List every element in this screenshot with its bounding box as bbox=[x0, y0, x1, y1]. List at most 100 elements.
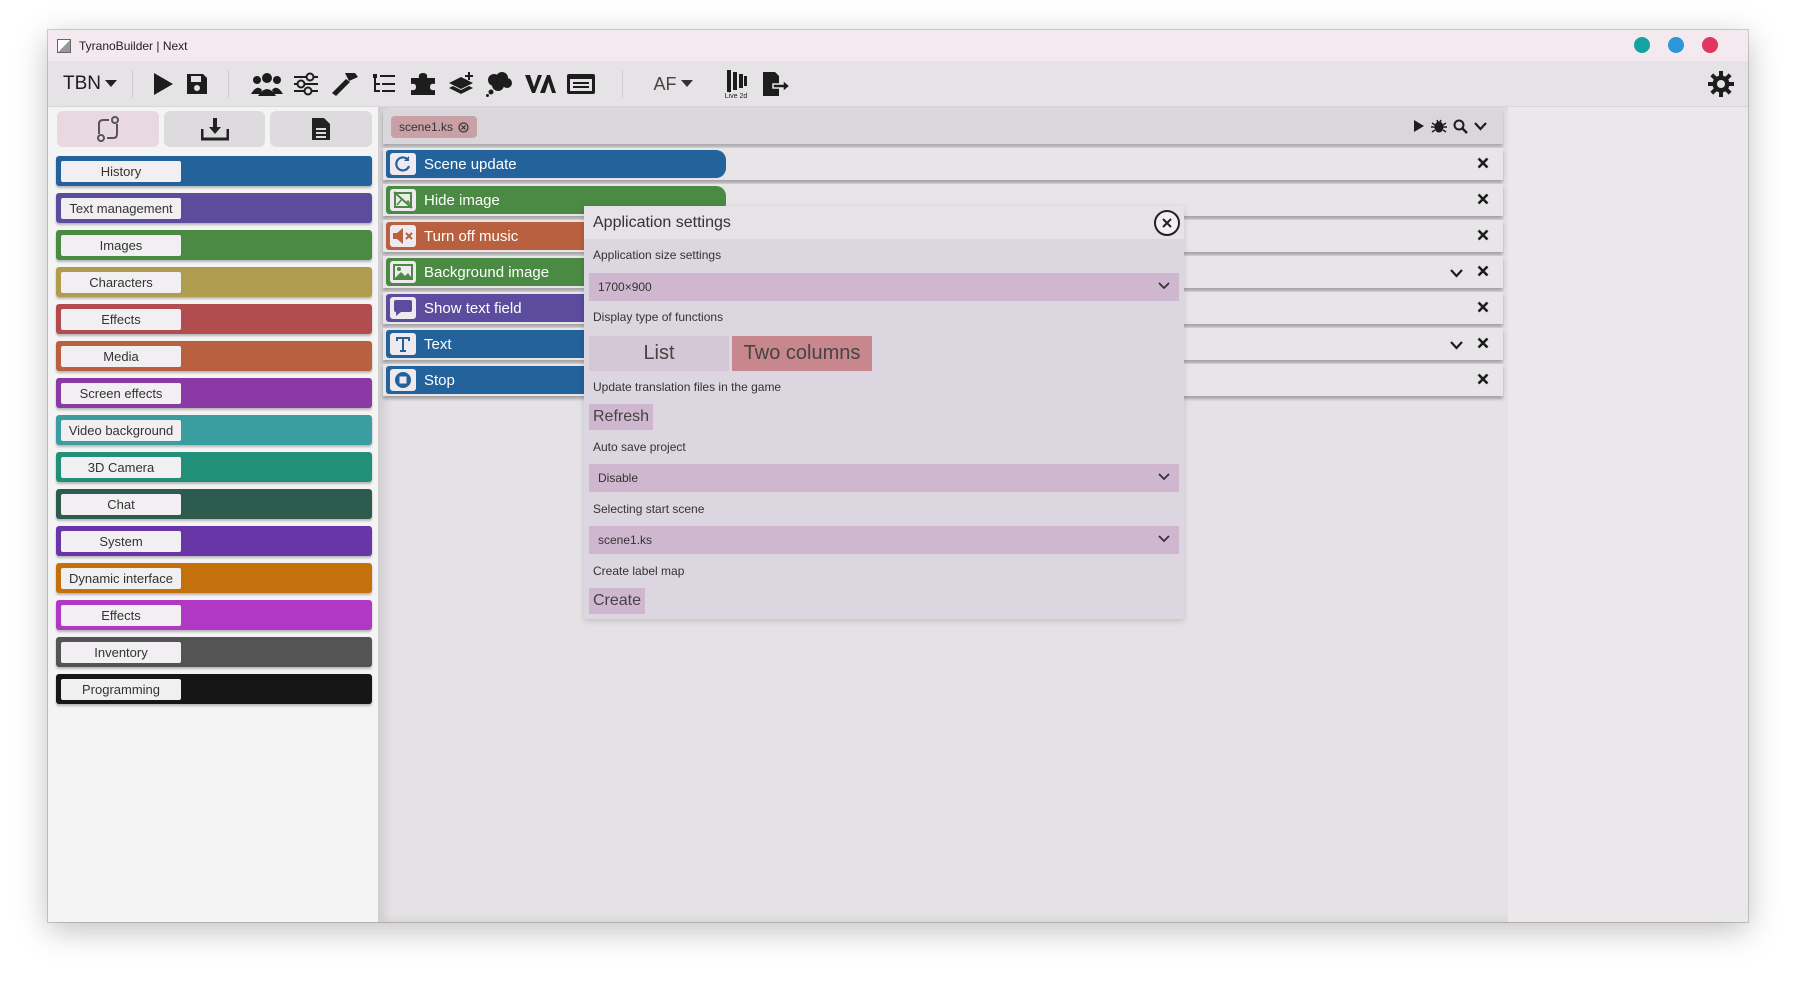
category-label: Programming bbox=[61, 679, 181, 700]
file-tab-bar: scene1.ks bbox=[383, 110, 1503, 144]
start-scene-label: Selecting start scene bbox=[593, 502, 705, 516]
toolbar-separator bbox=[132, 70, 133, 98]
text-icon bbox=[390, 333, 416, 355]
window-title: TyranoBuilder | Next bbox=[79, 38, 188, 53]
category-item[interactable]: Effects bbox=[56, 304, 372, 334]
hammer-icon[interactable] bbox=[330, 68, 360, 100]
characters-icon[interactable] bbox=[250, 68, 284, 100]
project-menu[interactable]: TBN bbox=[60, 68, 120, 100]
play-icon[interactable] bbox=[150, 68, 176, 100]
delete-block-icon[interactable] bbox=[1477, 372, 1489, 390]
hide-image-icon bbox=[390, 189, 416, 211]
label-map-label: Create label map bbox=[593, 564, 685, 578]
preview-play-icon[interactable] bbox=[1413, 119, 1425, 133]
expand-chevron-icon[interactable] bbox=[1450, 265, 1463, 283]
category-label: Video background bbox=[61, 420, 181, 441]
category-label: History bbox=[61, 161, 181, 182]
puzzle-icon[interactable] bbox=[408, 68, 438, 100]
mute-icon bbox=[390, 225, 416, 247]
delete-block-icon[interactable] bbox=[1477, 264, 1489, 282]
sliders-icon[interactable] bbox=[292, 68, 320, 100]
block-row[interactable]: Scene update bbox=[383, 148, 1503, 180]
category-item[interactable]: Programming bbox=[56, 674, 372, 704]
file-tab[interactable]: scene1.ks bbox=[391, 116, 478, 138]
tab-components[interactable] bbox=[57, 111, 159, 147]
voice-actor-icon[interactable] bbox=[524, 68, 556, 100]
export-icon[interactable] bbox=[760, 68, 792, 100]
dialog-header: Application settings bbox=[584, 206, 1184, 239]
download-tray-icon bbox=[200, 118, 229, 141]
document-icon bbox=[312, 118, 331, 140]
delete-block-icon[interactable] bbox=[1477, 156, 1489, 174]
image-icon bbox=[390, 261, 416, 283]
category-item[interactable]: Dynamic interface bbox=[56, 563, 372, 593]
speech-bubble-icon bbox=[390, 297, 416, 319]
category-item[interactable]: Chat bbox=[56, 489, 372, 519]
live2d-label: Live 2d bbox=[724, 92, 748, 100]
category-label: Text management bbox=[61, 198, 181, 219]
category-item[interactable]: Text management bbox=[56, 193, 372, 223]
chevron-down-icon[interactable] bbox=[1474, 121, 1487, 131]
minimize-button[interactable] bbox=[1634, 37, 1650, 53]
block-label: Background image bbox=[424, 263, 550, 281]
create-label-map-button[interactable]: Create bbox=[589, 588, 646, 614]
layers-plus-icon[interactable] bbox=[446, 68, 476, 100]
close-window-button[interactable] bbox=[1702, 37, 1718, 53]
save-icon[interactable] bbox=[184, 68, 210, 100]
category-label: Effects bbox=[61, 605, 181, 626]
delete-block-icon[interactable] bbox=[1477, 228, 1489, 246]
close-tab-icon[interactable] bbox=[458, 121, 469, 133]
live2d-icon bbox=[727, 69, 747, 92]
category-item[interactable]: System bbox=[56, 526, 372, 556]
category-label: Effects bbox=[61, 309, 181, 330]
toolbar-separator bbox=[622, 70, 623, 98]
af-menu[interactable]: AF bbox=[648, 68, 698, 100]
search-icon[interactable] bbox=[1453, 119, 1468, 134]
display-option-list[interactable]: List bbox=[589, 336, 729, 371]
app-size-select[interactable]: 1700×900 bbox=[589, 273, 1179, 301]
autosave-select[interactable]: Disable bbox=[589, 464, 1179, 492]
category-label: Media bbox=[61, 346, 181, 367]
caret-down-icon bbox=[680, 80, 693, 87]
category-label: Characters bbox=[61, 272, 181, 293]
category-item[interactable]: Images bbox=[56, 230, 372, 260]
window-layout-icon[interactable] bbox=[566, 68, 596, 100]
list-tree-icon[interactable] bbox=[370, 68, 398, 100]
display-option-two-columns[interactable]: Two columns bbox=[732, 336, 872, 371]
dialog-close-button[interactable] bbox=[1154, 210, 1180, 236]
file-tab-label: scene1.ks bbox=[399, 120, 454, 134]
category-item[interactable]: Screen effects bbox=[56, 378, 372, 408]
category-item[interactable]: Characters bbox=[56, 267, 372, 297]
category-label: Screen effects bbox=[61, 383, 181, 404]
debug-bug-icon[interactable] bbox=[1431, 118, 1447, 134]
category-item[interactable]: Media bbox=[56, 341, 372, 371]
scenario-block[interactable]: Scene update bbox=[386, 150, 726, 178]
delete-block-icon[interactable] bbox=[1477, 300, 1489, 318]
category-item[interactable]: Effects bbox=[56, 600, 372, 630]
category-item[interactable]: Inventory bbox=[56, 637, 372, 667]
block-label: Show text field bbox=[424, 299, 522, 317]
tab-files[interactable] bbox=[270, 111, 373, 147]
translation-label: Update translation files in the game bbox=[593, 380, 782, 394]
application-settings-dialog: Application settings Application size se… bbox=[584, 206, 1184, 619]
category-item[interactable]: History bbox=[56, 156, 372, 186]
expand-chevron-icon[interactable] bbox=[1450, 337, 1463, 355]
delete-block-icon[interactable] bbox=[1477, 336, 1489, 354]
project-menu-label: TBN bbox=[63, 73, 101, 94]
tab-import[interactable] bbox=[163, 111, 266, 147]
live2d-button[interactable]: Live 2d bbox=[720, 68, 752, 100]
refresh-button[interactable]: Refresh bbox=[589, 404, 654, 430]
settings-gear-icon[interactable] bbox=[1706, 68, 1736, 100]
maximize-button[interactable] bbox=[1668, 37, 1684, 53]
stop-icon bbox=[390, 369, 416, 391]
start-scene-select[interactable]: scene1.ks bbox=[589, 526, 1179, 554]
delete-block-icon[interactable] bbox=[1477, 192, 1489, 210]
autosave-value: Disable bbox=[598, 471, 639, 485]
cloud-bubble-icon[interactable] bbox=[484, 68, 514, 100]
caret-down-icon bbox=[105, 80, 117, 87]
category-item[interactable]: 3D Camera bbox=[56, 452, 372, 482]
block-label: Stop bbox=[424, 371, 455, 389]
title-bar: TyranoBuilder | Next bbox=[48, 30, 1748, 61]
display-type-label: Display type of functions bbox=[593, 310, 724, 324]
category-item[interactable]: Video background bbox=[56, 415, 372, 445]
